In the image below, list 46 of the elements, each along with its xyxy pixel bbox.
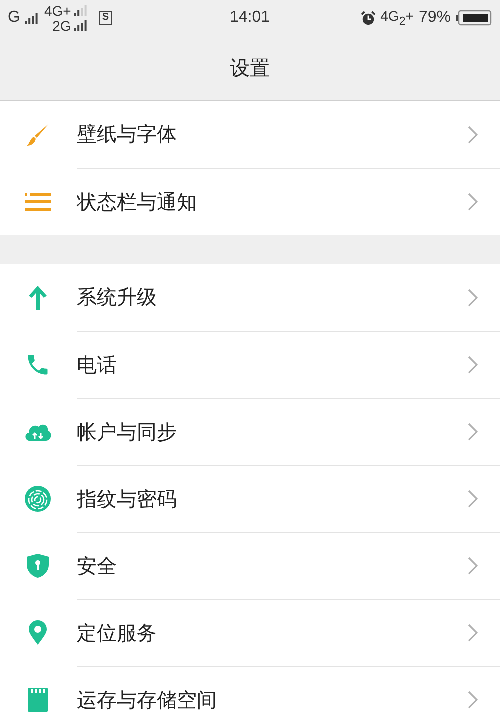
settings-row[interactable]: 壁纸与字体 <box>0 101 500 168</box>
row-label: 运存与存储空间 <box>77 686 218 712</box>
sim-badge: S <box>99 11 112 25</box>
row-label: 系统升级 <box>77 284 158 311</box>
network-label: 2G <box>52 18 72 32</box>
page-title: 设置 <box>230 54 270 82</box>
battery-icon <box>456 10 492 26</box>
network-label: 4G$_{2}$+ <box>380 8 414 28</box>
row-label: 帐户与同步 <box>77 418 178 446</box>
list-icon <box>24 192 50 212</box>
row-label: 壁纸与字体 <box>77 121 178 148</box>
settings-row[interactable]: 状态栏与通知 <box>0 168 500 235</box>
row-label: 指纹与密码 <box>77 486 178 512</box>
chevron-right-icon <box>468 126 478 144</box>
signal-icon <box>25 12 40 24</box>
alarm-clock-icon <box>360 10 376 26</box>
chevron-right-icon <box>468 624 478 642</box>
settings-row[interactable]: 指纹与密码 <box>0 465 500 532</box>
chevron-right-icon <box>468 490 478 508</box>
chevron-right-icon <box>468 691 478 709</box>
settings-row[interactable]: 帐户与同步 <box>0 398 500 465</box>
status-time: 14:01 <box>230 10 270 26</box>
row-label: 电话 <box>77 352 118 378</box>
settings-row[interactable]: 安全 <box>0 532 500 599</box>
signal-icon <box>74 5 88 16</box>
chevron-right-icon <box>468 557 478 575</box>
paintbrush-icon <box>24 122 50 148</box>
carrier-label: G <box>8 10 20 26</box>
chevron-right-icon <box>468 193 478 211</box>
row-label: 安全 <box>77 552 118 580</box>
up-arrow-icon <box>28 284 48 310</box>
settings-row[interactable]: 运存与存储空间 <box>0 666 500 712</box>
row-label: 定位服务 <box>77 620 158 646</box>
shield-icon <box>26 552 50 578</box>
settings-row[interactable]: 系统升级 <box>0 264 500 331</box>
fingerprint-icon <box>24 486 50 512</box>
battery-percent: 79% <box>418 10 452 26</box>
settings-row[interactable]: 电话 <box>0 331 500 398</box>
signal-icon <box>74 20 88 31</box>
chevron-right-icon <box>468 356 478 374</box>
chevron-right-icon <box>468 423 478 441</box>
network-label: 4G+ <box>44 4 72 18</box>
chevron-right-icon <box>468 288 478 306</box>
row-label: 状态栏与通知 <box>77 188 198 216</box>
settings-row[interactable]: 定位服务 <box>0 599 500 666</box>
location-pin-icon <box>28 620 48 646</box>
